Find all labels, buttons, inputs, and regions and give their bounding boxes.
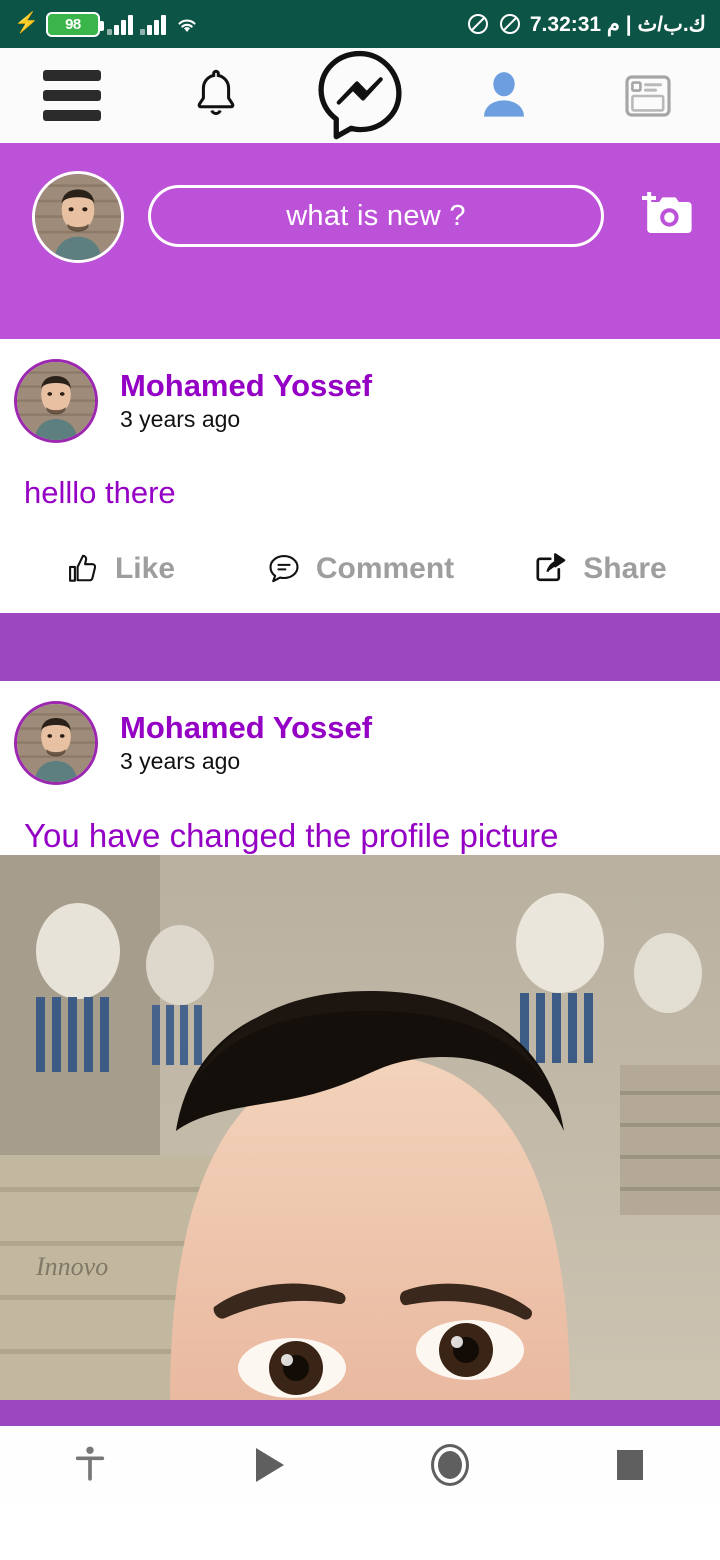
status-bar-left: ⚡ 98 — [14, 11, 201, 37]
post-composer: what is new ? — [0, 143, 720, 339]
bell-icon — [197, 69, 235, 115]
post-header: Mohamed Yossef 3 years ago — [0, 339, 720, 449]
composer-placeholder: what is new ? — [286, 199, 466, 232]
avatar[interactable] — [14, 701, 98, 785]
hamburger-menu-icon — [43, 70, 101, 121]
like-label: Like — [114, 552, 176, 585]
add-photo-camera-icon — [642, 192, 692, 233]
post-meta: Mohamed Yossef 3 years ago — [120, 369, 372, 432]
messenger-button[interactable] — [312, 48, 408, 143]
avatar[interactable] — [14, 359, 98, 443]
like-button[interactable]: Like — [0, 551, 240, 587]
post-timestamp: 3 years ago — [120, 405, 241, 432]
profile-button[interactable] — [456, 48, 552, 143]
signal-bars-icon — [106, 13, 133, 35]
recents-button[interactable] — [570, 1426, 690, 1504]
add-photo-button[interactable] — [628, 187, 702, 241]
accessibility-button[interactable] — [30, 1426, 150, 1504]
bolt-icon: ⚡ — [14, 12, 39, 34]
share-arrow-icon — [536, 553, 566, 582]
home-circle-icon — [431, 1444, 469, 1486]
back-button[interactable] — [210, 1426, 330, 1504]
top-navigation-bar — [0, 48, 720, 143]
post-separator-band — [0, 613, 720, 681]
status-time-and-data: 7.3ك.ب/ث | م 2:31 — [529, 12, 706, 36]
status-bar: ⚡ 98 7.3ك.ب/ث | م 2:31 — [0, 0, 720, 48]
comment-bubble-icon — [269, 555, 299, 583]
accessibility-icon — [75, 1446, 105, 1481]
composer-avatar[interactable] — [32, 171, 124, 263]
person-avatar-icon — [484, 71, 524, 117]
post-header-2: Mohamed Yossef 3 years ago — [0, 681, 720, 791]
thumbs-up-icon — [69, 554, 97, 582]
back-triangle-icon — [256, 1448, 284, 1482]
news-card-icon — [625, 74, 671, 117]
app-root: ⚡ 98 7.3ك.ب/ث | م 2:31 what is new ? Moh… — [0, 0, 720, 1560]
post-text: helllo there — [24, 475, 176, 510]
home-button[interactable] — [390, 1426, 510, 1504]
share-label: Share — [583, 552, 667, 585]
comment-label: Comment — [315, 552, 455, 585]
bottom-band — [0, 1400, 720, 1426]
mute-circle-icon-2 — [499, 14, 520, 34]
battery-level: 98 — [65, 15, 81, 33]
recents-square-icon — [617, 1450, 643, 1480]
comment-button[interactable]: Comment — [240, 551, 480, 587]
mute-circle-icon — [467, 14, 488, 34]
post-author[interactable]: Mohamed Yossef — [120, 711, 372, 745]
status-bar-right: 7.3ك.ب/ث | م 2:31 — [466, 12, 706, 37]
post-card: Mohamed Yossef 3 years ago helllo there … — [0, 339, 720, 613]
menu-button[interactable] — [24, 48, 120, 143]
post-author[interactable]: Mohamed Yossef — [120, 369, 372, 403]
share-button[interactable]: Share — [480, 551, 720, 587]
post-card-2: Mohamed Yossef 3 years ago You have chan… — [0, 681, 720, 1400]
what-is-new-input[interactable]: what is new ? — [148, 185, 604, 247]
wifi-icon — [178, 19, 196, 32]
post-actions: Like Comment Share — [0, 511, 720, 613]
system-navigation-bar — [0, 1426, 720, 1504]
signal-bars-icon-2 — [139, 13, 166, 35]
post-photo[interactable]: Innovo — [0, 855, 720, 1400]
messenger-bolt-icon — [318, 50, 402, 139]
post-text: You have changed the profile picture — [24, 817, 559, 854]
post-timestamp: 3 years ago — [120, 747, 241, 774]
feed-button[interactable] — [600, 48, 696, 143]
svg-text:Innovo: Innovo — [35, 1252, 108, 1281]
notifications-button[interactable] — [168, 48, 264, 143]
post-meta-2: Mohamed Yossef 3 years ago — [120, 711, 372, 774]
battery-icon: 98 — [45, 11, 104, 37]
